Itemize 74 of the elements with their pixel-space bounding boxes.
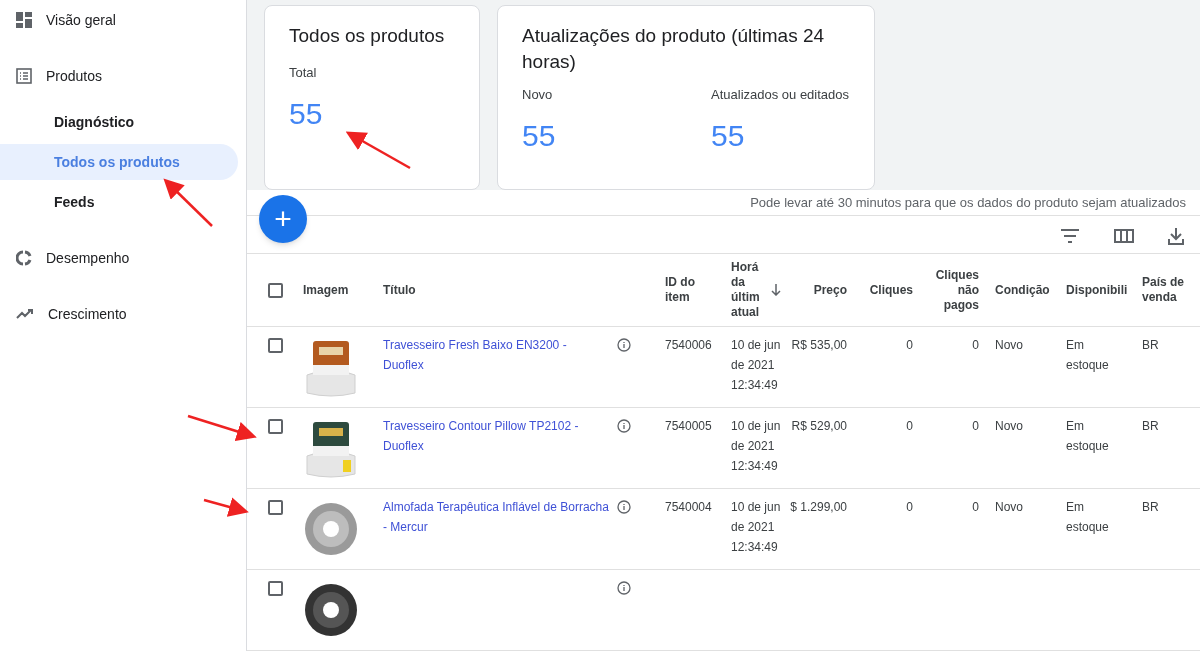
sort-arrow-icon[interactable] (771, 284, 781, 296)
column-header[interactable]: Preço (787, 282, 847, 298)
filter-icon[interactable] (1060, 229, 1080, 244)
info-icon[interactable] (617, 338, 631, 352)
table-cell: 0 (906, 338, 913, 352)
checkbox[interactable] (268, 419, 283, 434)
table-cell: 0 (972, 500, 979, 514)
checkbox[interactable] (268, 581, 283, 596)
stat-value: 55 (522, 117, 557, 154)
annotation-arrow (345, 131, 411, 170)
info-icon[interactable] (617, 419, 631, 433)
table-cell: 7540006 (665, 338, 712, 352)
sidebar-item[interactable]: Crescimento (0, 296, 238, 332)
column-header[interactable]: Condição (995, 282, 1056, 298)
column-header[interactable]: Título (383, 282, 655, 298)
sidebar-item[interactable]: Desempenho (0, 240, 238, 276)
table-cell: 0 (972, 419, 979, 433)
table-cell: BR (1142, 500, 1159, 514)
product-link[interactable]: Travesseiro Fresh Baixo EN3200 - Duoflex (383, 335, 609, 375)
info-icon[interactable] (617, 581, 631, 595)
list-icon (16, 68, 32, 84)
annotation-arrow (203, 497, 249, 517)
dashboard-icon (16, 12, 32, 28)
table-cell: BR (1142, 338, 1159, 352)
product-link[interactable]: Almofada Terapêutica Inflável de Borracha - Mercur (383, 497, 609, 537)
table-cell: 0 (906, 419, 913, 433)
column-header[interactable]: ID do item (665, 275, 721, 305)
stat-label: Total (289, 64, 318, 82)
column-header[interactable]: País de venda (1142, 275, 1200, 305)
column-header[interactable]: Cliques (857, 282, 913, 298)
table-cell-text: 10 de jun de 2021 12:34:49 (731, 499, 782, 556)
sidebar-item[interactable]: Feeds (0, 184, 238, 220)
table-cell: Novo (995, 419, 1023, 433)
sidebar-item[interactable]: Produtos (0, 58, 238, 94)
column-header[interactable]: Imagem (303, 282, 373, 298)
checkbox[interactable] (268, 338, 283, 353)
table-cell-text: Em estoque (1066, 499, 1106, 536)
info-icon[interactable] (617, 500, 631, 514)
table-cell: 0 (906, 500, 913, 514)
checkbox[interactable] (268, 282, 283, 298)
stat-label: Novo (522, 86, 554, 104)
table-cell-text: Em estoque (1066, 337, 1106, 374)
ring-chart-icon (16, 250, 32, 266)
table-cell-text: 10 de jun de 2021 12:34:49 (731, 337, 782, 394)
table-cell-text: 10 de jun de 2021 12:34:49 (731, 418, 782, 475)
annotation-arrow (163, 178, 213, 227)
table-cell: 0 (972, 338, 979, 352)
product-link[interactable]: Travesseiro Contour Pillow TP2102 - Duoflex (383, 416, 609, 456)
table-cell: 7540005 (665, 419, 712, 433)
sidebar-item[interactable]: Visão geral (0, 2, 238, 38)
download-icon[interactable] (1168, 227, 1184, 246)
card-title: Atualizações do produto (últimas 24 horas) (522, 24, 826, 74)
add-button[interactable]: + (259, 195, 307, 244)
trend-icon (16, 308, 34, 320)
column-header[interactable]: Cliques não pagos (923, 267, 979, 313)
card-title: Todos os produtos (289, 24, 446, 48)
columns-icon[interactable] (1114, 229, 1134, 244)
stat-label: Atualizados ou editados (711, 86, 850, 104)
table-cell: Novo (995, 338, 1023, 352)
stat-value: 55 (289, 95, 324, 132)
table-cell: 7540004 (665, 500, 712, 514)
stat-value: 55 (711, 117, 746, 154)
update-note: Pode levar até 30 minutos para que os dados do produto sejam atualizados (750, 193, 1186, 212)
column-header[interactable]: Disponibili (1066, 282, 1132, 298)
column-header[interactable]: Horá da últim atual (731, 260, 769, 320)
table-cell: BR (1142, 419, 1159, 433)
checkbox[interactable] (268, 500, 283, 515)
sidebar-item[interactable]: Diagnóstico (0, 104, 238, 140)
table-cell-text: R$ 529,00 (791, 418, 847, 435)
table-cell-text: R$ 535,00 (791, 337, 847, 354)
table-cell-text: $ 1.299,00 (790, 499, 847, 516)
annotation-arrow (187, 414, 257, 442)
table-cell-text: Em estoque (1066, 418, 1106, 455)
table-cell: Novo (995, 500, 1023, 514)
